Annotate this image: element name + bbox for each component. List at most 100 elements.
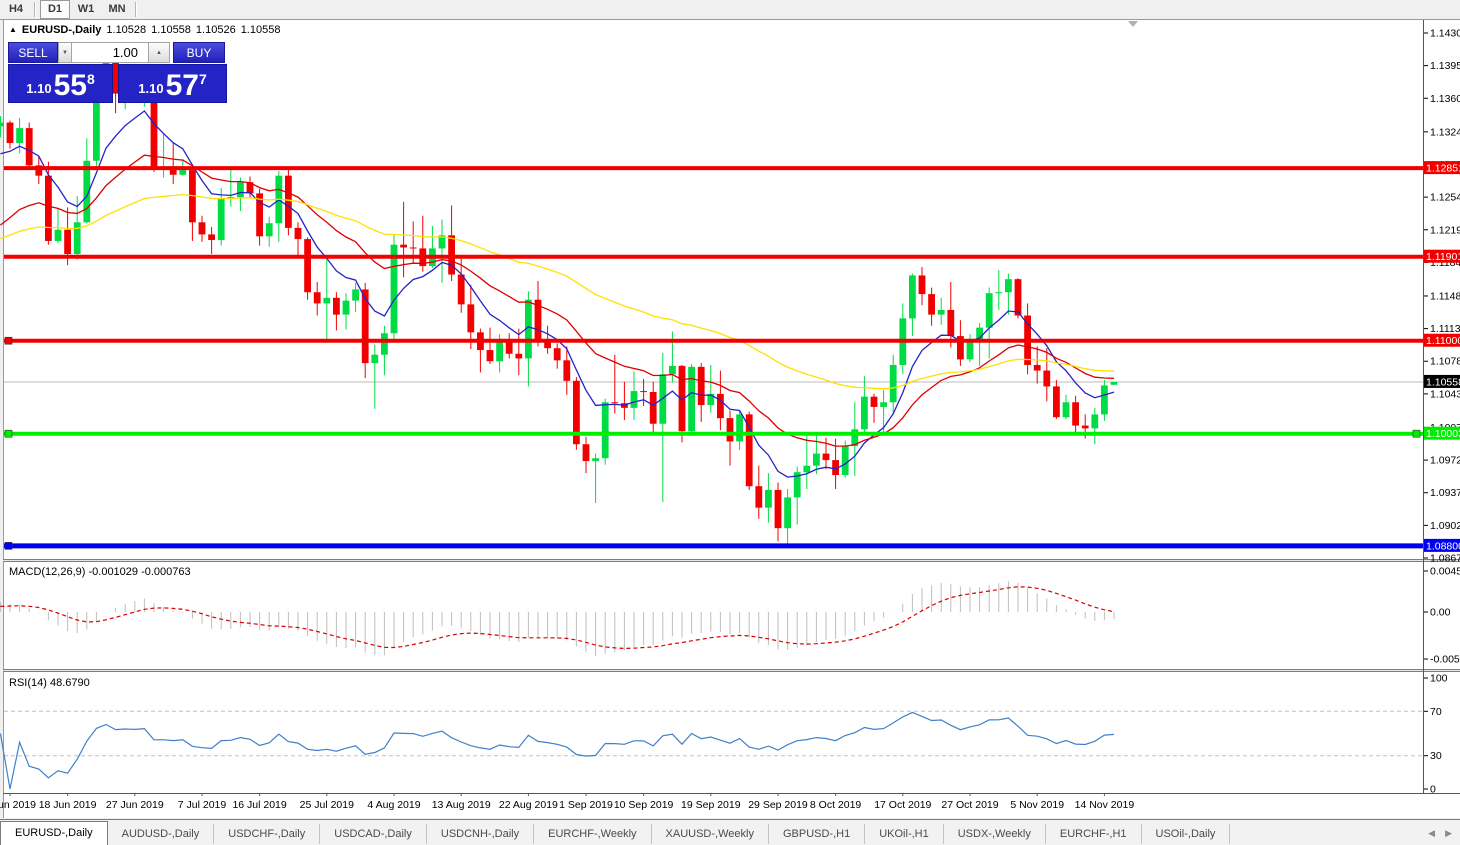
rsi-name: RSI(14): [9, 677, 47, 689]
tab-usdcnh-daily[interactable]: USDCNH-,Daily: [427, 824, 534, 844]
candle-body: [823, 454, 830, 461]
tab-usoil-daily[interactable]: USOil-,Daily: [1142, 824, 1231, 844]
volume-increase-button[interactable]: ▲: [148, 42, 170, 63]
candle-body: [1111, 382, 1118, 385]
tab-scroll-left-icon[interactable]: ◀: [1428, 828, 1435, 839]
date-label: 16 Jul 2019: [232, 799, 286, 811]
date-label: 22 Aug 2019: [499, 799, 558, 811]
ohlc-open: 1.10528: [106, 24, 146, 36]
candle-body: [650, 392, 657, 424]
tab-eurchf-weekly[interactable]: EURCHF-,Weekly: [534, 824, 651, 844]
svg-text:1.13600: 1.13600: [1430, 93, 1460, 105]
candle-body: [506, 342, 513, 354]
price-chart-canvas[interactable]: 1.143001.139501.136001.132401.128901.125…: [0, 0, 1460, 845]
date-label: 19 Sep 2019: [681, 799, 741, 811]
candle-body: [803, 466, 810, 473]
hline-1.08800[interactable]: [4, 542, 1423, 549]
rsi-label: RSI(14) 48.6790: [9, 677, 90, 689]
ohlc-close: 1.10558: [241, 24, 281, 36]
candle-body: [880, 402, 887, 407]
svg-text:1.10430: 1.10430: [1430, 388, 1460, 400]
candle-body: [1034, 365, 1041, 371]
candle-body: [352, 289, 359, 300]
buy-price-prefix: 1.10: [138, 81, 163, 96]
ohlc-low: 1.10526: [196, 24, 236, 36]
candle-body: [371, 355, 378, 363]
tab-usdcad-daily[interactable]: USDCAD-,Daily: [320, 824, 427, 844]
buy-price-pip: 7: [199, 71, 207, 87]
candle-body: [323, 298, 330, 304]
pane-splitter[interactable]: [3, 559, 1460, 562]
svg-text:30: 30: [1430, 750, 1442, 762]
candle-body: [362, 289, 369, 363]
candle-body: [698, 367, 705, 405]
tab-gbpusd-h1[interactable]: GBPUSD-,H1: [769, 824, 865, 844]
sell-button[interactable]: SELL: [8, 42, 58, 63]
timeframe-button-d1[interactable]: D1: [40, 0, 70, 19]
tab-scroll-right-icon[interactable]: ▶: [1445, 828, 1452, 839]
line-handle[interactable]: [1413, 430, 1420, 437]
candle-body: [842, 446, 849, 475]
collapse-arrow-icon[interactable]: ▲: [9, 25, 17, 34]
candle-body: [967, 342, 974, 360]
date-label: 1 Sep 2019: [559, 799, 613, 811]
candle-body: [861, 397, 868, 430]
candle-body: [554, 348, 561, 360]
svg-text:1.12851: 1.12851: [1426, 163, 1460, 175]
candle-body: [986, 293, 993, 328]
tab-audusd-daily[interactable]: AUDUSD-,Daily: [108, 824, 215, 844]
candle-body: [266, 223, 273, 236]
tab-eurusd-daily[interactable]: EURUSD-,Daily: [0, 821, 108, 845]
timeframe-button-h4[interactable]: H4: [1, 0, 31, 19]
volume-decrease-button[interactable]: ▼: [58, 42, 72, 63]
line-handle[interactable]: [5, 337, 12, 344]
rsi-value: 48.6790: [50, 677, 90, 689]
candle-body: [746, 414, 753, 486]
candle-body: [515, 354, 522, 359]
candle-body: [496, 342, 503, 362]
candle-body: [995, 292, 1002, 293]
chart-tab-bar: EURUSD-,Daily AUDUSD-,Daily USDCHF-,Dail…: [0, 819, 1460, 845]
svg-text:0: 0: [1430, 784, 1436, 796]
buy-price-main: 57: [166, 73, 199, 99]
candle-body: [631, 391, 638, 408]
candle-body: [1091, 414, 1098, 428]
sell-price-panel[interactable]: 1.10 55 8: [8, 64, 113, 103]
timeframe-button-mn[interactable]: MN: [102, 0, 132, 19]
svg-text:100: 100: [1430, 673, 1448, 685]
macd-value-2: -0.000763: [141, 566, 191, 578]
date-label: 4 Aug 2019: [367, 799, 420, 811]
candle-body: [602, 402, 609, 458]
line-handle[interactable]: [5, 430, 12, 437]
line-handle[interactable]: [5, 542, 12, 549]
tab-usdchf-daily[interactable]: USDCHF-,Daily: [214, 824, 320, 844]
volume-input[interactable]: [72, 42, 148, 63]
candle-body: [938, 310, 945, 315]
one-click-trading-panel: SELL ▼ ▲ BUY 1.10 55 8 1.10 57 7: [8, 42, 227, 103]
candle-body: [467, 304, 474, 332]
price-tag: 1.10003: [1424, 427, 1460, 441]
macd-value-1: -0.001029: [88, 566, 138, 578]
price-tag: 1.12851: [1424, 161, 1460, 175]
tab-ukoil-h1[interactable]: UKOil-,H1: [865, 824, 944, 844]
tab-usdx-weekly[interactable]: USDX-,Weekly: [944, 824, 1046, 844]
candle-body: [909, 275, 916, 318]
svg-text:1.09370: 1.09370: [1430, 487, 1460, 499]
svg-text:1.10780: 1.10780: [1430, 356, 1460, 368]
candle-body: [563, 360, 570, 381]
candle-body: [64, 230, 71, 254]
chart-title: ▲ EURUSD-,Daily 1.10528 1.10558 1.10526 …: [9, 24, 280, 36]
candle-body: [343, 301, 350, 315]
toolbar-separator: [34, 2, 36, 17]
candle-body: [784, 497, 791, 528]
tab-eurchf-h1[interactable]: EURCHF-,H1: [1046, 824, 1142, 844]
pane-splitter[interactable]: [3, 669, 1460, 672]
candle-body: [640, 391, 647, 392]
buy-button[interactable]: BUY: [173, 42, 225, 63]
buy-price-panel[interactable]: 1.10 57 7: [118, 64, 227, 103]
chevron-up-icon: ▲: [156, 50, 162, 56]
tab-xauusd-weekly[interactable]: XAUUSD-,Weekly: [652, 824, 769, 844]
date-label: 14 Nov 2019: [1075, 799, 1135, 811]
svg-text:1.11901: 1.11901: [1426, 251, 1460, 263]
timeframe-button-w1[interactable]: W1: [71, 0, 101, 19]
